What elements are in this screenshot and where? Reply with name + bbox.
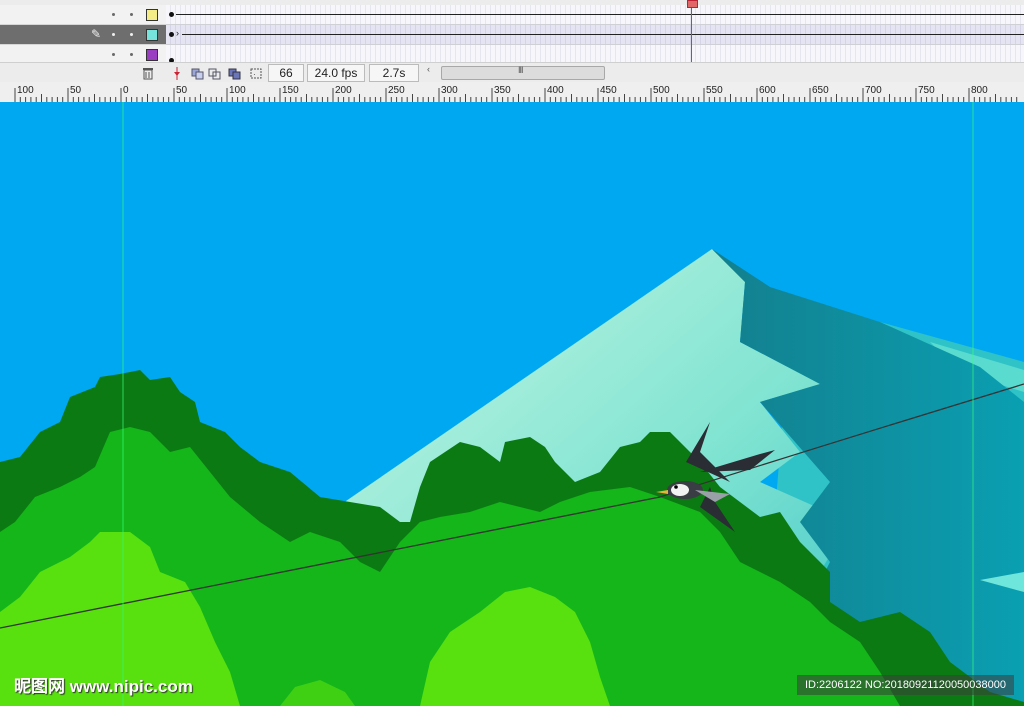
keyframe-dot[interactable] [169,32,174,37]
visibility-dot[interactable] [112,53,115,56]
ruler-label: 500 [653,85,670,96]
lock-dot[interactable] [130,53,133,56]
ruler-label: 750 [918,85,935,96]
ruler-label: 650 [812,85,829,96]
ruler-label: 800 [971,85,988,96]
edit-multiple-frames-button[interactable] [226,65,244,82]
stage-artwork[interactable] [0,102,1024,706]
layer-frames[interactable] [166,5,1024,25]
tween-line [182,34,1024,35]
frame-rate-field[interactable]: 24.0 fps [307,64,365,82]
onion-skin-button[interactable] [189,65,207,82]
ruler-label: 300 [441,85,458,96]
ruler-label: 200 [335,85,352,96]
tween-line [176,14,1024,15]
watermark-site: 昵图网 www.nipic.com [14,677,193,696]
outline-color-swatch[interactable] [146,9,158,21]
playhead[interactable] [691,0,692,62]
center-frame-button[interactable] [168,65,186,82]
layer-name-cell[interactable] [0,5,166,25]
visibility-dot[interactable] [112,33,115,36]
horizontal-ruler: 100 50 0 50 100 150 200 250 300 350 400 450 500 550 60… [0,82,1024,103]
ruler-label: 700 [865,85,882,96]
lock-dot[interactable] [130,33,133,36]
visibility-dot[interactable] [112,13,115,16]
ruler-label: 100 [229,85,246,96]
ruler-label: 450 [600,85,617,96]
scroll-left-arrow[interactable]: ‹ [427,64,430,74]
layer-name-cell[interactable]: ✎ [0,25,166,45]
onion-outline-icon [208,68,221,80]
ruler-label: 50 [176,85,188,96]
timeline-panel: ✎ › · 66 24.0 fps 2.7s ‹ III [0,0,1024,83]
watermark-id: ID:2206122 NO:20180921120050038000 [796,675,1014,695]
current-frame-field: 66 [268,64,304,82]
ruler-label: 0 [123,85,129,96]
ruler-label: 550 [706,85,723,96]
edit-multiple-icon [228,68,241,80]
layer-row-1[interactable] [0,5,1024,25]
trash-icon [143,68,153,80]
outline-color-swatch[interactable] [146,49,158,61]
delete-layer-button[interactable] [139,65,157,82]
timeline-scrollbar[interactable]: III [441,65,605,80]
playhead-handle[interactable] [687,0,698,8]
ruler-label: 250 [388,85,405,96]
svg-text:·: · [253,70,256,79]
onion-markers-icon: · [250,68,262,79]
pencil-icon: ✎ [91,27,102,41]
ruler-label: 50 [70,85,82,96]
onion-skin-icon [191,68,204,80]
stage[interactable]: 昵图网 www.nipic.com ID:2206122 NO:20180921… [0,102,1024,706]
elapsed-time-field: 2.7s [369,64,419,82]
center-frame-icon [174,67,180,80]
scroll-grip[interactable]: III [518,65,523,75]
keyframe-dot[interactable] [169,12,174,17]
modify-onion-markers-button[interactable]: · [247,65,265,82]
ruler-label: 350 [494,85,511,96]
layer-frames[interactable]: › [166,25,1024,45]
ruler-label: 150 [282,85,299,96]
ruler-label: 400 [547,85,564,96]
guide-arrow-icon: › [176,28,179,38]
ruler-label: 100 [17,85,34,96]
layer-row-2[interactable]: ✎ › [0,25,1024,45]
timeline-controls: · 66 24.0 fps 2.7s ‹ III [0,62,1024,83]
ruler-label: 600 [759,85,776,96]
outline-color-swatch[interactable] [146,29,158,41]
lock-dot[interactable] [130,13,133,16]
onion-outline-button[interactable] [206,65,224,82]
